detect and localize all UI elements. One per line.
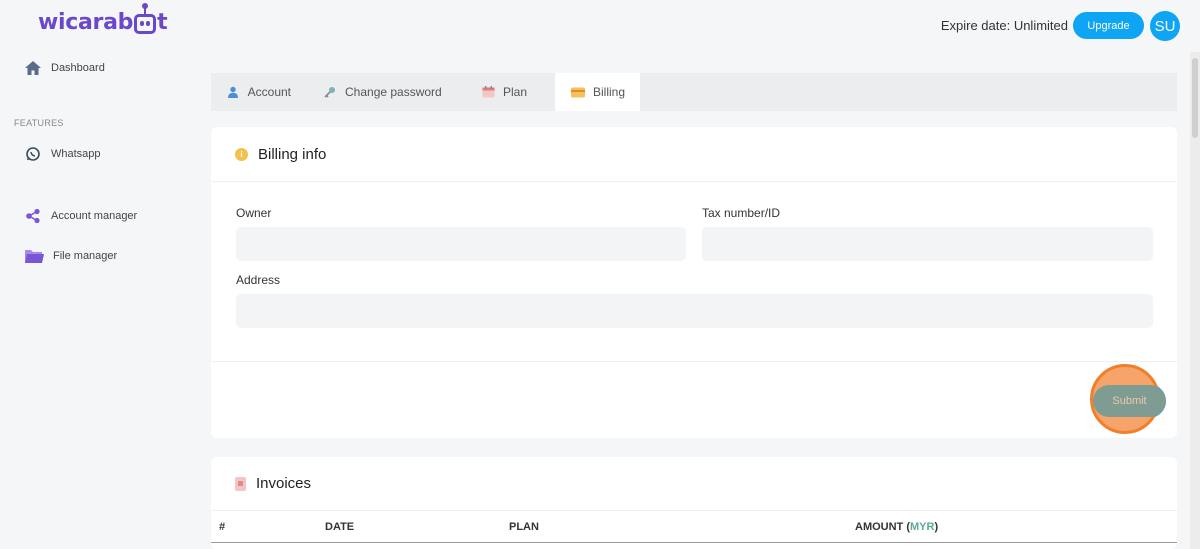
sidebar-item-label: File manager	[53, 250, 118, 262]
tab-plan[interactable]: Plan	[465, 73, 555, 111]
folder-icon	[24, 248, 44, 264]
user-icon	[227, 86, 240, 98]
billing-info-card: i Billing info Owner Tax number/ID Addre…	[211, 127, 1177, 438]
sidebar-item-whatsapp[interactable]: Whatsapp	[24, 146, 101, 162]
column-header-amount[interactable]: AMOUNT (MYR)	[855, 521, 938, 533]
tab-label: Change password	[345, 85, 442, 99]
owner-field[interactable]	[236, 227, 686, 261]
invoices-card-title: Invoices	[256, 475, 312, 492]
tab-label: Plan	[503, 85, 528, 99]
logo-text-end: t	[157, 10, 168, 35]
home-icon	[24, 60, 42, 76]
tax-number-field[interactable]	[702, 227, 1153, 261]
tab-change-password[interactable]: Change password	[307, 73, 465, 111]
calendar-icon	[481, 86, 495, 98]
share-icon	[24, 208, 42, 224]
whatsapp-icon	[24, 146, 42, 162]
card-divider	[211, 361, 1177, 362]
page-scrollbar[interactable]	[1190, 52, 1200, 549]
user-avatar[interactable]: SU	[1150, 11, 1180, 41]
address-label: Address	[236, 273, 281, 287]
sidebar-section-label: FEATURES	[14, 118, 64, 128]
key-icon	[323, 86, 337, 98]
tab-account[interactable]: Account	[211, 73, 307, 111]
invoices-card-header: Invoices	[211, 457, 1177, 511]
sidebar-item-label: Account manager	[51, 210, 138, 222]
invoices-table-header: # DATE PLAN AMOUNT (MYR)	[211, 511, 1177, 543]
info-icon: i	[235, 147, 248, 161]
top-header: wicarab t Expire date: Unlimited Upgrade…	[0, 0, 1200, 52]
sidebar-item-label: Whatsapp	[51, 148, 101, 160]
credit-card-icon	[571, 86, 585, 98]
tab-label: Account	[247, 85, 291, 99]
upgrade-button[interactable]: Upgrade	[1073, 12, 1144, 39]
tab-billing[interactable]: Billing	[555, 73, 640, 111]
sidebar-item-file-manager[interactable]: File manager	[24, 248, 117, 264]
scrollbar-thumb[interactable]	[1192, 58, 1198, 138]
billing-card-title: Billing info	[258, 145, 327, 163]
app-logo[interactable]: wicarab t	[38, 2, 168, 35]
sidebar: Dashboard FEATURES Whatsapp Account mana…	[0, 52, 200, 549]
expire-date-label: Expire date: Unlimited	[940, 18, 1068, 33]
billing-card-header: i Billing info	[211, 127, 1177, 182]
sidebar-item-dashboard[interactable]: Dashboard	[24, 60, 105, 76]
column-header-date[interactable]: DATE	[325, 521, 354, 533]
submit-button[interactable]: Submit	[1093, 385, 1166, 417]
column-header-plan[interactable]: PLAN	[509, 521, 539, 533]
settings-tabs: Account Change password Plan Billing	[211, 73, 1177, 111]
owner-label: Owner	[236, 206, 272, 220]
sidebar-item-label: Dashboard	[51, 62, 105, 74]
robot-logo-icon	[134, 2, 157, 34]
tax-number-label: Tax number/ID	[702, 206, 781, 220]
column-header-index: #	[219, 521, 226, 533]
document-icon	[235, 476, 246, 491]
sidebar-item-account-manager[interactable]: Account manager	[24, 208, 137, 224]
address-field[interactable]	[236, 294, 1153, 328]
amount-label: AMOUNT	[855, 521, 904, 533]
logo-text: wicarab	[38, 10, 134, 35]
currency-label: MYR	[910, 521, 935, 533]
invoices-card: Invoices # DATE PLAN AMOUNT (MYR)	[211, 457, 1177, 549]
tab-label: Billing	[593, 85, 626, 99]
